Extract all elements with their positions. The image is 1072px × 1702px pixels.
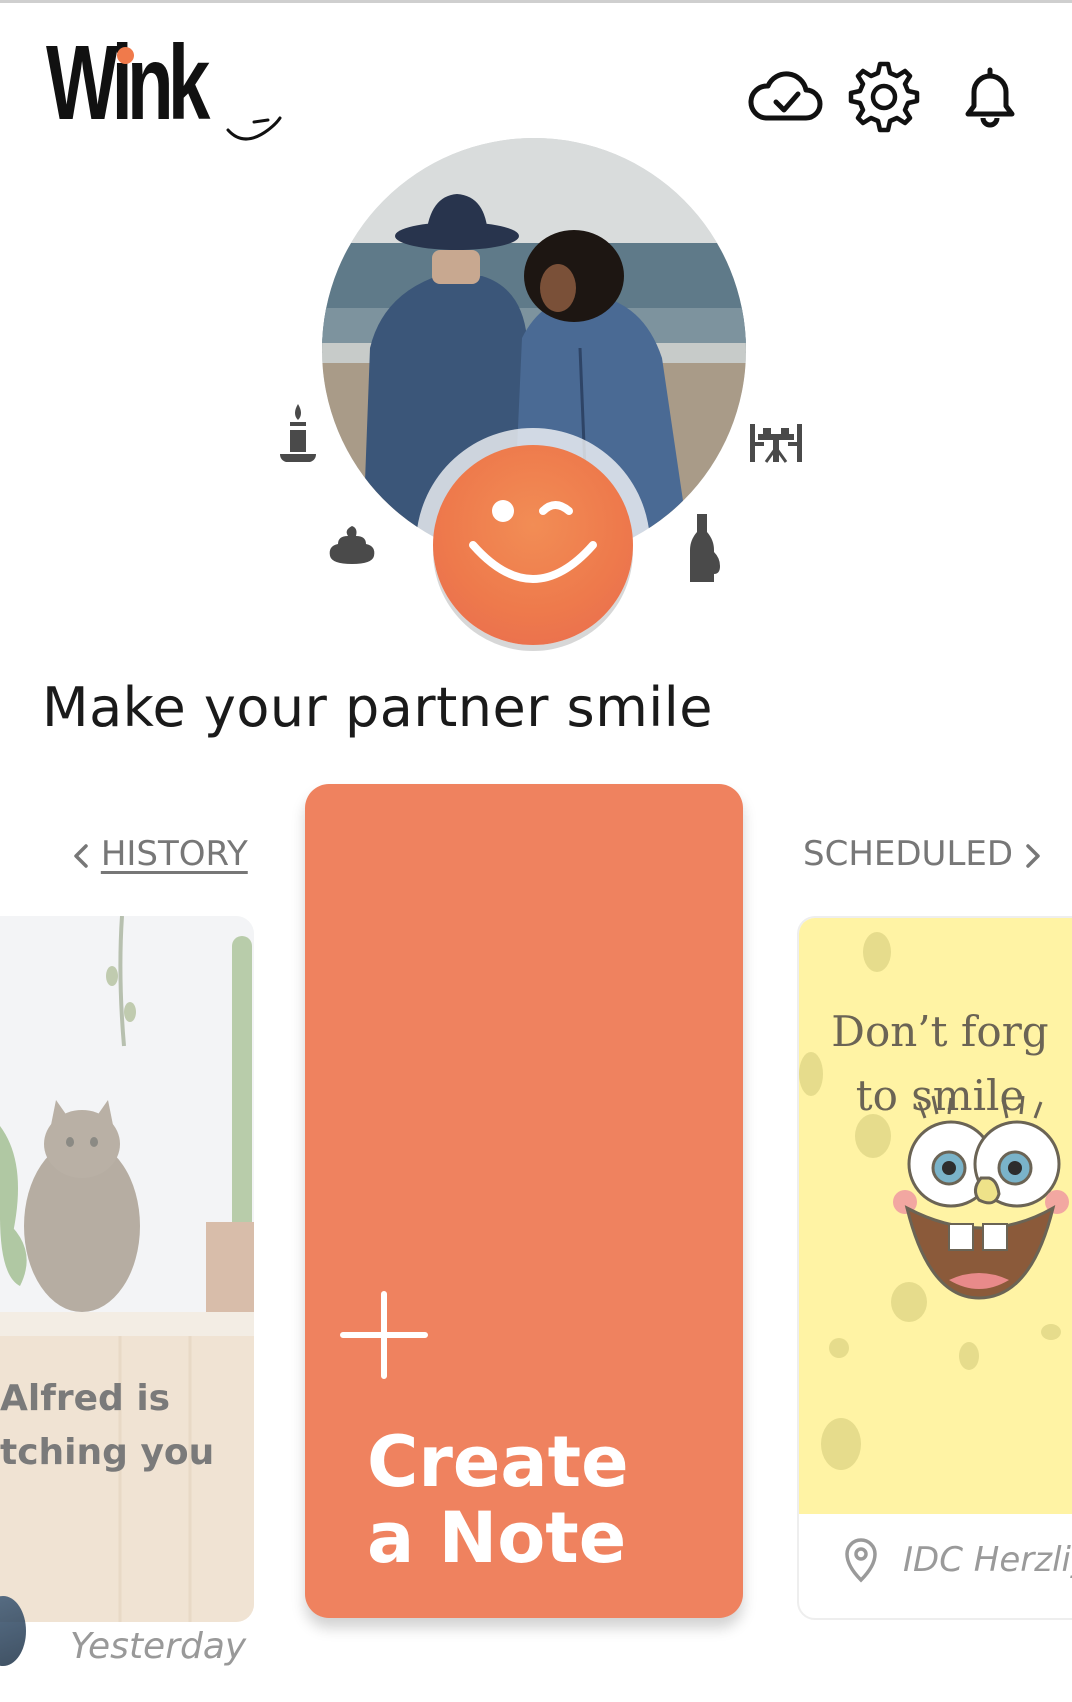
history-link[interactable]: HISTORY — [72, 834, 248, 874]
scheduled-link[interactable]: SCHEDULED — [803, 834, 1042, 874]
history-card-overlay — [0, 916, 254, 1622]
wine-bottle-icon — [690, 514, 720, 582]
history-card-caption: Alfred is tching you — [0, 1378, 215, 1473]
create-note-card[interactable]: Create a Note — [305, 784, 743, 1618]
scheduled-note-card[interactable]: Don’t forg to smile IDC Herzliy — [797, 916, 1072, 1620]
wink-button[interactable] — [416, 428, 650, 662]
candle-icon — [280, 404, 316, 462]
history-label: HISTORY — [100, 834, 248, 874]
bell-icon[interactable] — [950, 56, 1030, 136]
cloud-sync-icon[interactable] — [744, 56, 824, 136]
poop-icon — [329, 526, 375, 564]
history-note-card[interactable]: Alfred is tching you — [0, 916, 254, 1622]
logo-text: Wink — [46, 24, 210, 142]
app-logo: Wink — [46, 24, 282, 142]
history-card-date: Yesterday — [70, 1626, 247, 1667]
scheduled-label: SCHEDULED — [803, 834, 1014, 874]
tagline: Make your partner smile — [42, 676, 714, 739]
create-note-label: Create a Note — [367, 1421, 629, 1579]
wink-face — [433, 445, 633, 645]
scheduled-card-text: Don’t forg to smile — [831, 1007, 1049, 1120]
logo-dot — [117, 47, 134, 64]
gear-icon[interactable] — [844, 56, 924, 136]
top-divider — [0, 0, 1072, 3]
dining-table-icon — [750, 424, 802, 463]
location-pin-icon — [845, 1538, 877, 1583]
scheduled-card-location: IDC Herzliy — [903, 1540, 1072, 1580]
logo-swoosh-icon — [226, 116, 282, 141]
winking-smiley-icon — [469, 500, 597, 583]
plus-icon — [340, 1291, 428, 1379]
chevron-right-icon — [1026, 843, 1040, 868]
chevron-left-icon — [74, 843, 88, 868]
